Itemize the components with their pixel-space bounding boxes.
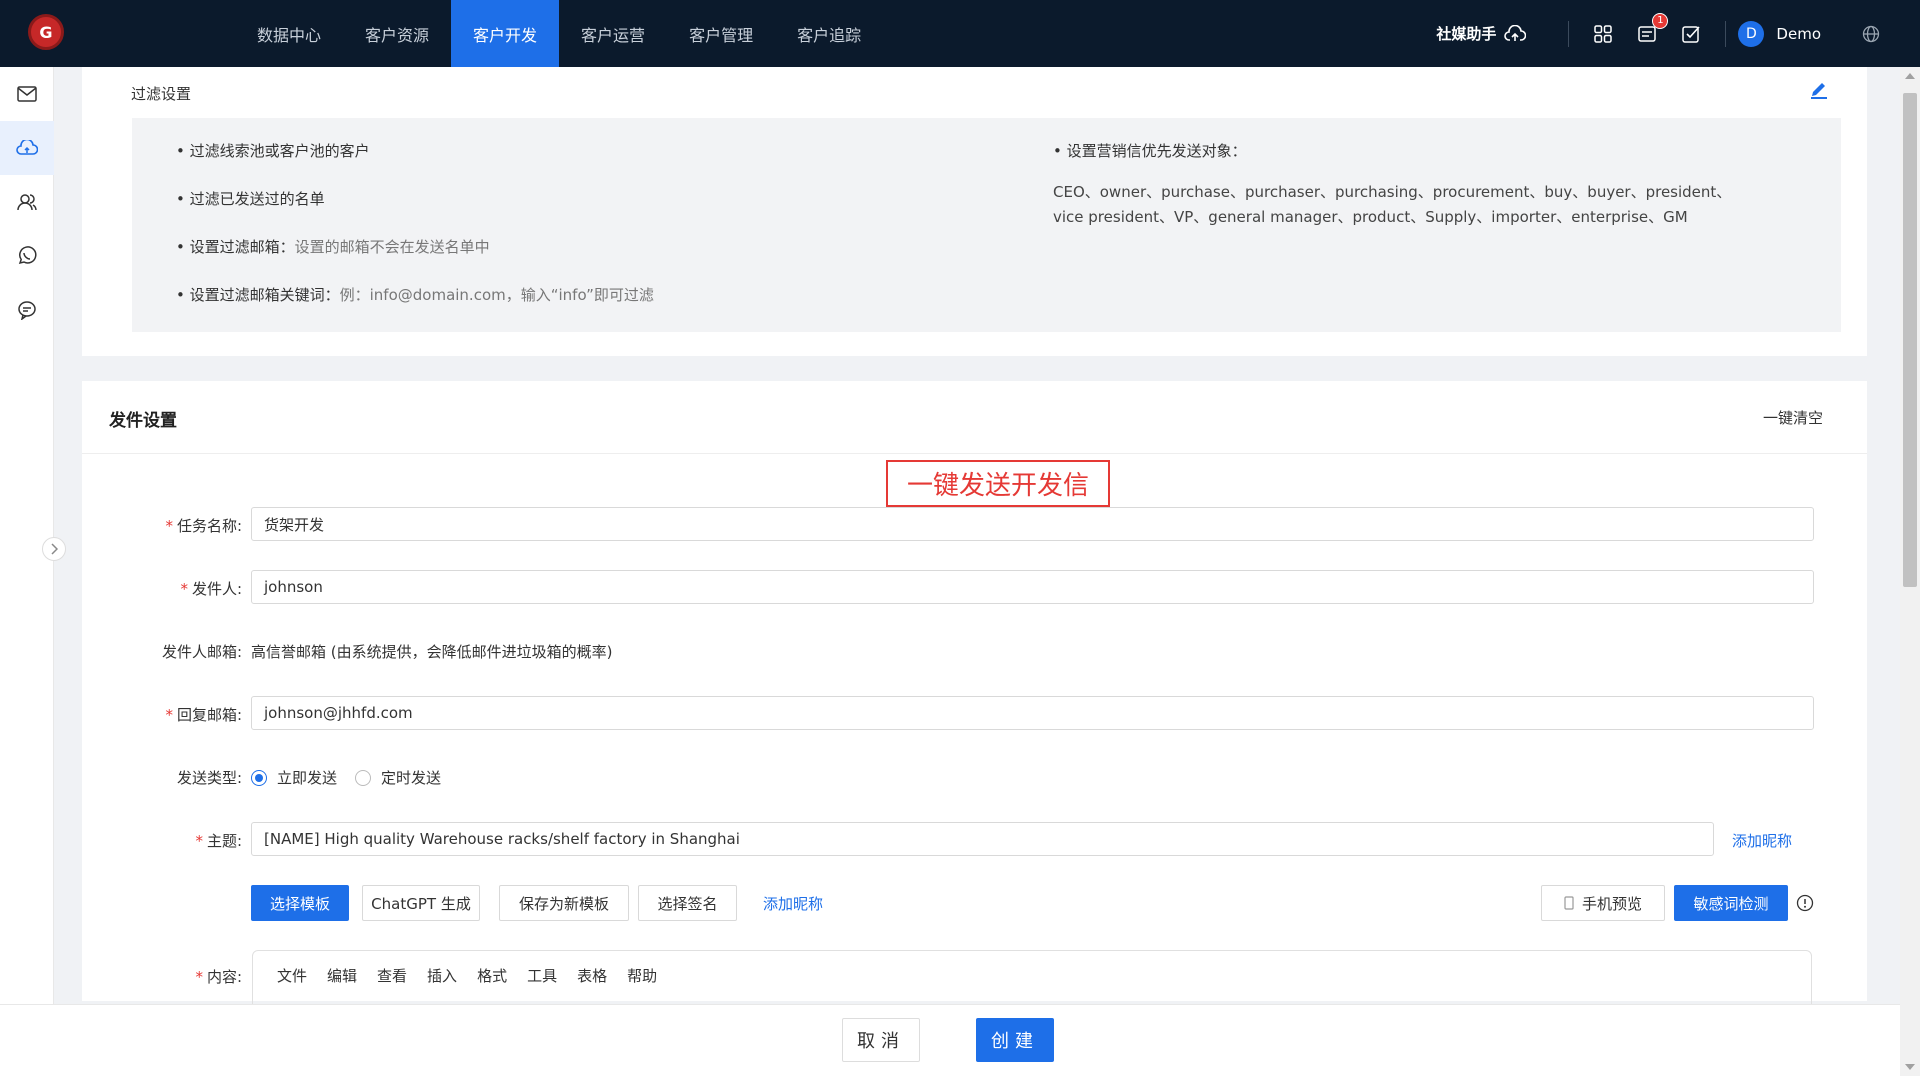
content-editor[interactable]: 文件 编辑 查看 插入 格式 工具 表格 帮助 [252, 950, 1812, 1010]
sidebar-item-cloud[interactable] [0, 121, 54, 175]
nav-tab[interactable]: 数据中心 [235, 0, 343, 67]
sidebar-item-mail[interactable] [0, 67, 54, 121]
subject-input[interactable]: [NAME] High quality Warehouse racks/shel… [251, 822, 1714, 856]
edit-check-icon[interactable] [1680, 23, 1702, 45]
info-icon[interactable] [1796, 894, 1814, 916]
send-type-radio-group: 立即发送 定时发送 [251, 767, 441, 788]
filter-item-email[interactable]: • 设置过滤邮箱：设置的邮箱不会在发送名单中 [176, 236, 490, 257]
radio-scheduled[interactable] [355, 769, 372, 786]
whatsapp-icon [18, 246, 37, 265]
contacts-icon [17, 194, 37, 211]
editor-menu-item[interactable]: 帮助 [627, 965, 657, 986]
editor-menu-item[interactable]: 工具 [527, 965, 557, 986]
edit-icon[interactable] [1809, 79, 1829, 103]
sidebar-item-whatsapp[interactable] [0, 229, 54, 283]
subject-label: * 主题: [195, 832, 242, 850]
nav-tab[interactable]: 客户追踪 [775, 0, 883, 67]
left-sidebar [0, 67, 54, 1076]
choose-signature-button[interactable]: 选择签名 [638, 885, 737, 921]
filter-settings-box: • 过滤线索池或客户池的客户 • 过滤已发送过的名单 • 设置过滤邮箱：设置的邮… [132, 118, 1841, 332]
divider [1725, 20, 1727, 47]
filter-item-sent: • 过滤已发送过的名单 [176, 190, 325, 208]
filter-settings-card: 过滤设置 • 过滤线索池或客户池的客户 • 过滤已发送过的名单 • 设置过滤邮箱… [82, 67, 1867, 356]
create-button[interactable]: 创建 [976, 1018, 1054, 1062]
chatgpt-generate-button[interactable]: ChatGPT 生成 [362, 885, 480, 921]
sender-email-label: 发件人邮箱: [161, 643, 242, 661]
send-settings-header: 发件设置 一键清空 [82, 381, 1867, 454]
save-as-template-button[interactable]: 保存为新模板 [499, 885, 629, 921]
radio-send-now[interactable] [251, 769, 267, 786]
editor-menu-item[interactable]: 编辑 [327, 965, 357, 986]
send-settings-title: 发件设置 [109, 411, 177, 431]
reply-email-input[interactable]: johnson@jhhfd.com [251, 696, 1814, 730]
add-nickname-toolbar-link[interactable]: 添加昵称 [763, 893, 823, 914]
globe-icon[interactable] [1860, 23, 1882, 45]
user-menu[interactable]: D Demo [1738, 20, 1821, 47]
filter-item-keyword[interactable]: • 设置过滤邮箱关键词：例：info@domain.com，输入“info”即可… [176, 284, 654, 305]
page-scrollbar[interactable] [1900, 67, 1920, 1076]
nav-tab[interactable]: 客户开发 [451, 0, 560, 67]
sender-label: * 发件人: [180, 580, 242, 598]
task-list-icon[interactable]: 1 [1636, 12, 1669, 45]
cloud-upload-icon [1504, 24, 1527, 41]
scroll-up-arrow-icon[interactable] [1905, 73, 1915, 79]
nav-tab[interactable]: 客户运营 [559, 0, 667, 67]
sidebar-item-contacts[interactable] [0, 175, 54, 229]
sender-email-value: 高信誉邮箱 (由系统提供，会降低邮件进垃圾箱的概率) [251, 643, 613, 661]
scroll-down-arrow-icon[interactable] [1905, 1064, 1915, 1070]
mobile-preview-button[interactable]: 手机预览 [1541, 885, 1665, 921]
task-name-label: * 任务名称: [165, 517, 242, 535]
notification-badge: 1 [1652, 12, 1669, 29]
annotation-label: 一键发送开发信 [886, 460, 1110, 507]
send-type-label: 发送类型: [176, 769, 242, 787]
priority-values: CEO、owner、purchase、purchaser、purchasing、… [1053, 183, 1732, 226]
divider [1568, 20, 1570, 47]
reply-email-label: * 回复邮箱: [165, 706, 242, 724]
chat-icon [18, 301, 36, 320]
editor-menu-item[interactable]: 文件 [277, 965, 307, 986]
avatar: D [1738, 20, 1765, 47]
editor-menu-item[interactable]: 表格 [577, 965, 607, 986]
editor-menu-item[interactable]: 格式 [477, 965, 507, 986]
top-right-toolbar: 社媒助手 1 D Demo [1436, 0, 1920, 67]
sidebar-expand-button[interactable] [42, 537, 66, 561]
send-settings-card: 发件设置 一键清空 一键发送开发信 * 任务名称: 货架开发 * 发件人: john… [82, 381, 1867, 1010]
editor-menubar: 文件 编辑 查看 插入 格式 工具 表格 帮助 [277, 965, 677, 986]
user-name: Demo [1776, 24, 1821, 43]
sender-input[interactable]: johnson [251, 570, 1814, 604]
nav-tab[interactable]: 客户管理 [667, 0, 775, 67]
priority-label: • 设置营销信优先发送对象： [1053, 142, 1247, 160]
cloud-icon [16, 140, 38, 155]
choose-template-button[interactable]: 选择模板 [251, 885, 349, 921]
nav-tab[interactable]: 客户资源 [343, 0, 451, 67]
social-assistant-button[interactable]: 社媒助手 [1436, 23, 1527, 44]
app-logo[interactable]: G [28, 14, 64, 50]
main-nav: 数据中心 客户资源 客户开发 客户运营 客户管理 客户追踪 [235, 0, 883, 67]
footer-action-bar: 取消 创建 [0, 1004, 1900, 1076]
top-navbar: G 数据中心 客户资源 客户开发 客户运营 客户管理 客户追踪 社媒助手 1 D Demo [0, 0, 1920, 67]
content-label: * 内容: [195, 968, 242, 986]
cancel-button[interactable]: 取消 [842, 1018, 920, 1062]
editor-menu-item[interactable]: 查看 [377, 965, 407, 986]
clear-all-button[interactable]: 一键清空 [1763, 407, 1823, 428]
sidebar-item-chat[interactable] [0, 283, 54, 337]
task-name-input[interactable]: 货架开发 [251, 507, 1814, 541]
filter-item-pool: • 过滤线索池或客户池的客户 [176, 142, 370, 160]
editor-menu-item[interactable]: 插入 [427, 965, 457, 986]
apps-grid-icon[interactable] [1592, 23, 1614, 45]
sensitive-word-check-button[interactable]: 敏感词检测 [1674, 885, 1788, 921]
mail-icon [17, 86, 37, 102]
scroll-thumb[interactable] [1903, 93, 1917, 587]
add-nickname-link[interactable]: 添加昵称 [1732, 830, 1792, 851]
mobile-icon [1564, 896, 1574, 910]
chevron-right-icon [51, 543, 58, 555]
filter-settings-title: 过滤设置 [131, 85, 192, 103]
